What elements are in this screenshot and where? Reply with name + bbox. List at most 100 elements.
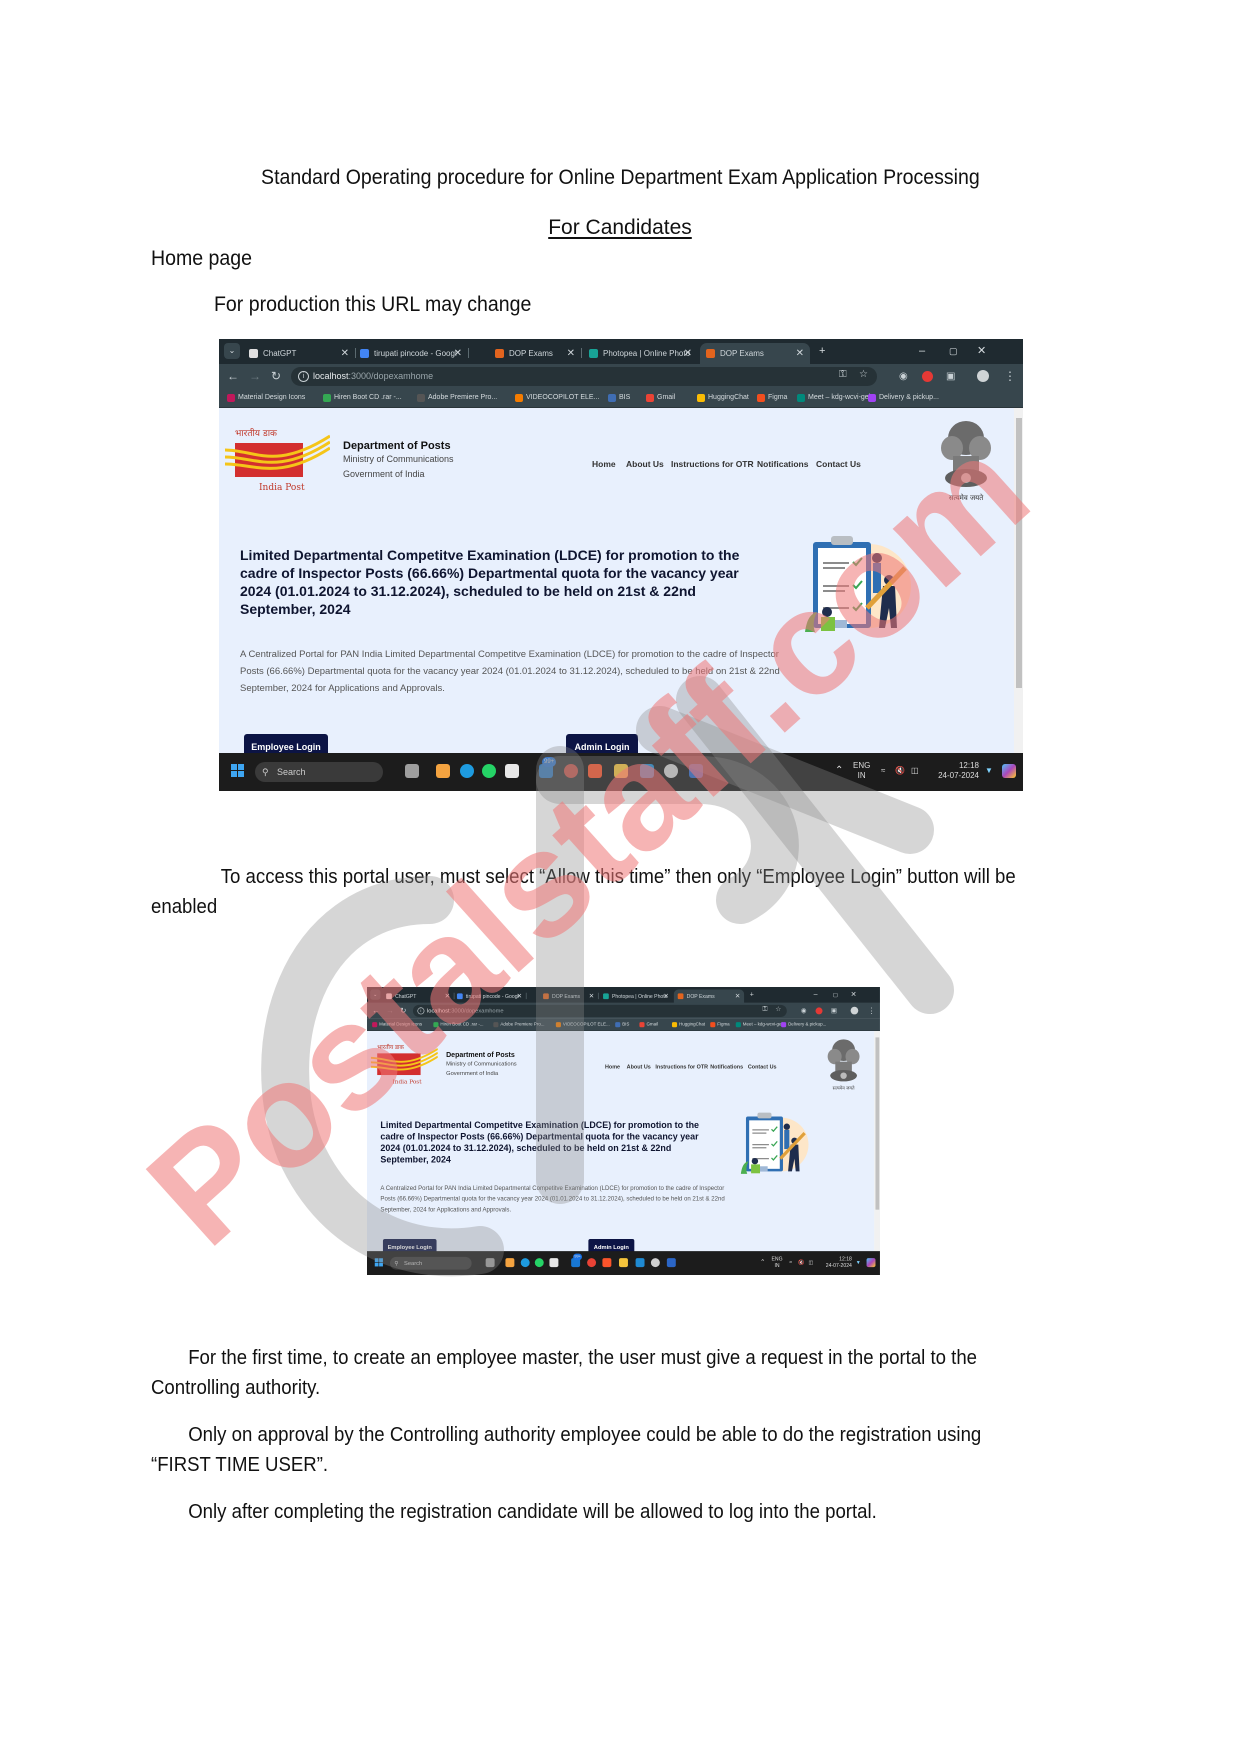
taskbar-search[interactable]: ⚲ Search [255,762,383,782]
extension-icon[interactable] [922,371,933,382]
scrollbar-thumb[interactable] [875,1037,880,1210]
bookmark-item[interactable]: Adobe Premiere Pro... [417,392,497,404]
bookmark-item[interactable]: Delivery & pickup... [781,1021,826,1029]
file-explorer-icon[interactable] [614,764,628,778]
windows-start-icon[interactable] [231,764,245,778]
nav-link[interactable]: Instructions for OTR [655,1064,708,1070]
reload-icon[interactable]: ↻ [271,369,281,384]
back-icon[interactable]: ← [227,369,239,384]
bookmark-item[interactable]: Hiren Boot CD .rar -... [323,392,402,404]
vscode-icon[interactable] [635,1258,645,1268]
chrome-icon[interactable] [587,1258,597,1268]
windows-start-icon[interactable] [374,1258,384,1267]
browser-tab[interactable]: Photopea | Online Photo ✕ [583,343,698,364]
bookmark-star-icon[interactable]: ☆ [859,369,868,380]
nav-link[interactable]: Contact Us [816,459,861,469]
close-tab-icon[interactable]: ✕ [517,990,522,1003]
brave-icon[interactable] [602,1258,612,1268]
page-scrollbar[interactable] [874,1031,880,1252]
forward-icon[interactable]: → [249,369,261,384]
wifi-icon[interactable]: ≈ [881,766,885,776]
bookmark-item[interactable]: BIS [608,392,630,404]
browser-tab[interactable]: DOP Exams ✕ [539,990,598,1003]
new-tab-button[interactable]: + [750,990,754,1001]
word-icon[interactable] [689,764,703,778]
file-explorer-icon[interactable] [619,1258,628,1268]
address-bar[interactable]: i localhost:3000/dopexamhome ⚿ ☆ [291,367,877,386]
media-app-icon[interactable] [650,1258,660,1268]
site-info-icon[interactable]: i [298,371,309,382]
volume-muted-icon[interactable]: 🔇 [798,1259,804,1265]
lightbulb-icon[interactable]: ◉ [899,369,908,384]
chrome-icon[interactable] [564,764,578,778]
show-hidden-icons-chevron[interactable]: ⌃ [835,766,843,776]
scrollbar-thumb[interactable] [1016,418,1022,688]
page-scrollbar[interactable] [1014,408,1023,753]
bookmark-item[interactable]: Meet – kdg-wcvi-gel [735,1021,782,1029]
bookmark-item[interactable]: Meet – kdg-wcvi-gel [797,392,870,404]
task-view-icon[interactable] [485,1258,495,1268]
bookmark-star-icon[interactable]: ☆ [775,1006,781,1013]
bookmark-item[interactable]: Hiren Boot CD .rar -... [433,1021,484,1029]
close-tab-icon[interactable]: ✕ [684,343,692,364]
copilot-icon[interactable] [866,1258,876,1268]
restore-button[interactable]: ▢ [833,990,838,1001]
word-icon[interactable] [666,1258,676,1268]
nav-link[interactable]: About Us [627,1064,651,1070]
nav-link[interactable]: Home [592,459,616,469]
whatsapp-icon[interactable] [534,1258,544,1268]
tab-search-button[interactable]: ⌄ [370,989,381,1000]
notes-app-icon[interactable] [505,1258,515,1268]
close-tab-icon[interactable]: ✕ [735,990,740,1003]
close-tab-icon[interactable]: ✕ [663,990,668,1003]
bookmark-item[interactable]: Material Design Icons [372,1021,422,1029]
whatsapp-icon[interactable] [482,764,496,778]
close-tab-icon[interactable]: ✕ [589,990,594,1003]
close-window-button[interactable]: ✕ [851,990,857,1001]
bookmark-item[interactable]: VIDEOCOPILOT ELE... [555,1021,610,1029]
tab-search-button[interactable]: ⌄ [224,343,240,359]
profile-avatar[interactable] [977,370,989,382]
browser-tab[interactable]: ChatGPT ✕ [382,990,453,1003]
task-view-icon[interactable] [405,764,419,778]
site-info-icon[interactable]: i [417,1007,425,1015]
close-tab-icon[interactable]: ✕ [341,343,349,364]
battery-icon[interactable]: ◫ [911,766,919,776]
menu-kebab-icon[interactable]: ⋮ [868,1006,876,1016]
taskbar-search[interactable]: ⚲ Search [389,1256,472,1270]
nav-link[interactable]: Instructions for OTR [671,459,754,469]
volume-muted-icon[interactable]: 🔇 [895,766,905,776]
store-icon[interactable] [505,764,519,778]
browser-tab[interactable]: Photopea | Online Photo ✕ [599,990,672,1003]
bookmark-item[interactable]: Material Design Icons [227,392,305,404]
bookmark-item[interactable]: Adobe Premiere Pro... [493,1021,545,1029]
show-hidden-icons-chevron[interactable]: ⌃ [760,1259,765,1265]
bookmark-item[interactable]: Gmail [646,392,675,404]
bookmark-item[interactable]: BIS [615,1021,629,1029]
close-tab-icon[interactable]: ✕ [445,990,450,1003]
extensions-puzzle-icon[interactable]: ▣ [831,1006,837,1016]
nav-link[interactable]: Contact Us [748,1064,777,1070]
bookmark-item[interactable]: Delivery & pickup... [868,392,939,404]
browser-tab[interactable]: DOP Exams ✕ [673,989,745,1003]
wifi-icon[interactable]: ≈ [789,1259,792,1265]
close-tab-icon[interactable]: ✕ [796,343,804,364]
edge-icon[interactable] [460,764,474,778]
close-tab-icon[interactable]: ✕ [454,343,462,364]
battery-icon[interactable]: ◫ [808,1259,813,1265]
store-icon[interactable] [549,1258,559,1268]
nav-link[interactable]: About Us [626,459,664,469]
nav-link[interactable]: Home [605,1064,620,1070]
browser-tab[interactable]: DOP Exams ✕ [700,343,810,364]
profile-avatar[interactable] [850,1006,859,1015]
copilot-icon[interactable] [1002,764,1016,778]
clock[interactable]: 12:18 24-07-2024 [820,1256,852,1269]
minimize-button[interactable]: – [814,990,818,1001]
brave-icon[interactable] [588,764,602,778]
media-app-icon[interactable] [664,764,678,778]
language-indicator[interactable]: ENG IN [771,1256,782,1269]
bookmark-item[interactable]: Figma [757,392,787,404]
clock[interactable]: 12:18 24-07-2024 [929,761,979,781]
close-window-button[interactable]: ✕ [977,343,986,360]
edge-icon[interactable] [520,1258,530,1268]
